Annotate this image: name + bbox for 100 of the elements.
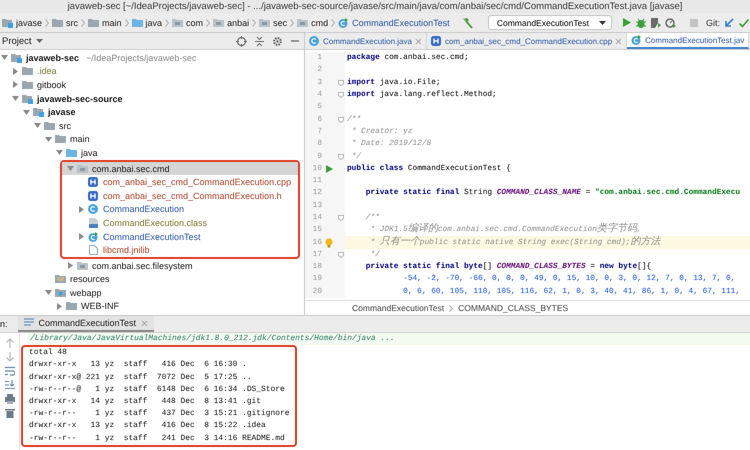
package-folder-icon xyxy=(172,18,184,28)
file-icon xyxy=(88,245,99,256)
tree-item[interactable]: com_anbai_sec_cmd_CommandExecution.cpp xyxy=(62,175,298,189)
scroll-to-end-icon[interactable] xyxy=(4,380,14,390)
tree-item[interactable]: javaweb-sec ~/IdeaProjects/javaweb-sec xyxy=(0,51,304,65)
tree-item[interactable]: CommandExecution.class xyxy=(62,216,298,230)
close-icon[interactable] xyxy=(615,38,622,44)
editor-tab[interactable]: CommandExecution.java xyxy=(305,33,427,49)
tree-item[interactable]: .idea xyxy=(0,64,304,78)
class-icon xyxy=(88,204,99,214)
tree-item[interactable]: com.anbai.sec.cmd xyxy=(62,162,298,176)
class-icon xyxy=(309,36,320,46)
coverage-icon[interactable] xyxy=(650,16,662,28)
hammer-icon[interactable] xyxy=(460,16,474,28)
breadcrumb-item[interactable]: src xyxy=(52,18,78,28)
tree-item[interactable]: javaweb-sec-source xyxy=(0,92,304,106)
soft-wrap-icon[interactable] xyxy=(4,366,14,376)
tree-item[interactable]: java xyxy=(0,146,304,160)
chevron-icon xyxy=(449,304,454,312)
breadcrumb-item[interactable]: com xyxy=(172,18,204,28)
folder-icon xyxy=(55,134,66,144)
print-icon[interactable] xyxy=(4,394,14,404)
chevron-icon xyxy=(45,18,50,26)
folder-icon xyxy=(52,18,64,28)
test-class-icon xyxy=(631,35,642,45)
tree-item[interactable]: gitbook xyxy=(0,78,304,92)
dropdown-caret-icon xyxy=(598,20,606,24)
fold-marker-icon[interactable] xyxy=(338,92,344,98)
breadcrumb-item[interactable]: anbai xyxy=(213,18,250,28)
editor-tab[interactable]: CommandExecutionTest.jav xyxy=(627,33,750,49)
tree-item[interactable]: CommandExecutionTest xyxy=(62,230,298,244)
dropdown-caret-icon xyxy=(36,39,43,43)
tree-item[interactable]: libcmd.jnilib xyxy=(62,243,298,257)
chevron-icon xyxy=(81,18,86,26)
run-panel-label: n: xyxy=(0,319,8,329)
down-arrow-icon[interactable] xyxy=(4,352,14,362)
update-project-icon[interactable] xyxy=(723,16,735,28)
tree-item[interactable]: src xyxy=(0,118,304,133)
breadcrumb-item[interactable]: CommandExecutionTest xyxy=(338,18,450,28)
tree-item[interactable]: com_anbai_sec_cmd_CommandExecution.h xyxy=(62,188,298,203)
profiler-icon[interactable] xyxy=(664,16,677,28)
locate-target-icon[interactable] xyxy=(236,36,247,46)
folder-icon xyxy=(132,18,143,28)
tree-item[interactable]: javase xyxy=(0,105,304,119)
chevron-icon xyxy=(252,18,256,26)
fold-marker-icon[interactable] xyxy=(338,154,344,160)
debug-icon[interactable] xyxy=(634,16,647,28)
tree-item[interactable]: webapp xyxy=(0,286,304,300)
breadcrumb-item[interactable]: CommandExecutionTest xyxy=(352,303,444,313)
folder-icon xyxy=(22,80,33,90)
fold-marker-icon[interactable] xyxy=(338,252,344,258)
chevron-icon xyxy=(165,18,170,26)
binary-file-icon xyxy=(88,218,99,228)
folder-icon xyxy=(88,18,100,28)
test-class-icon xyxy=(338,18,350,28)
fold-marker-icon[interactable] xyxy=(338,215,344,221)
folder-icon xyxy=(44,120,55,131)
module-folder-icon xyxy=(22,94,33,104)
tree-item[interactable]: com.anbai.sec.filesystem xyxy=(0,258,304,272)
breadcrumb-item[interactable]: sec xyxy=(259,18,288,28)
run-tab[interactable]: CommandExecutionTest xyxy=(18,316,154,332)
breadcrumb-item[interactable]: java xyxy=(132,18,162,28)
header-file-icon xyxy=(430,36,442,46)
tree-item[interactable]: resources xyxy=(0,272,304,286)
stop-icon[interactable] xyxy=(688,18,699,28)
header-file-icon xyxy=(88,177,99,188)
run-icon[interactable] xyxy=(326,164,332,173)
folder-icon xyxy=(66,301,77,312)
window-title: javaweb-sec [~/IdeaProjects/javaweb-sec] - .../javaweb-sec-source/javase/src/main/java/com/anbai/sec/cmd/CommandExecutionTest.java [javase] xyxy=(68,1,682,12)
package-folder-icon xyxy=(213,18,224,28)
module-folder-icon xyxy=(2,18,13,28)
chevron-icon xyxy=(124,18,129,26)
up-arrow-icon[interactable] xyxy=(4,338,14,348)
lightbulb-icon[interactable] xyxy=(325,238,333,248)
module-folder-icon xyxy=(33,107,44,118)
fold-marker-icon[interactable] xyxy=(338,116,344,123)
module-folder-icon xyxy=(11,52,22,63)
run-icon[interactable] xyxy=(620,17,632,28)
tree-item[interactable]: WEB-INF xyxy=(0,300,304,314)
commit-check-icon[interactable] xyxy=(738,16,750,28)
folder-icon xyxy=(22,66,33,76)
project-view-dropdown[interactable]: Project xyxy=(2,36,43,46)
breadcrumb-item[interactable]: cmd xyxy=(297,18,328,28)
run-configuration-dropdown[interactable]: CommandExecutionTest xyxy=(488,15,612,30)
tree-item[interactable]: CommandExecution xyxy=(62,202,298,216)
breadcrumb-item[interactable]: main xyxy=(88,18,122,28)
header-file-icon xyxy=(88,190,99,201)
breadcrumb-item[interactable]: COMMAND_CLASS_BYTES xyxy=(458,303,568,313)
chevron-icon xyxy=(290,18,294,26)
collapse-all-icon[interactable] xyxy=(254,36,265,46)
chevron-icon xyxy=(206,18,210,26)
package-folder-icon xyxy=(77,164,88,174)
tree-item[interactable]: main xyxy=(0,132,304,146)
settings-icon[interactable] xyxy=(272,36,283,46)
close-icon[interactable] xyxy=(141,320,148,326)
fold-marker-icon[interactable] xyxy=(338,80,344,86)
trash-icon[interactable] xyxy=(4,408,14,418)
test-class-icon xyxy=(88,232,99,242)
close-icon[interactable] xyxy=(414,38,422,44)
breadcrumb-item[interactable]: javase xyxy=(2,18,42,28)
